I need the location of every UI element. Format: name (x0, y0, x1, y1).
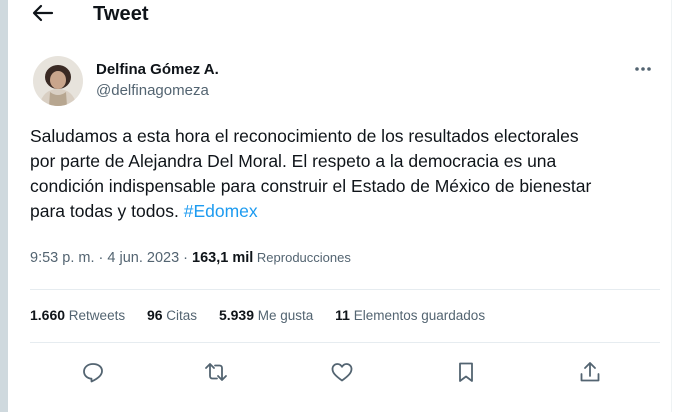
reply-icon[interactable] (80, 359, 106, 385)
share-icon[interactable] (577, 359, 603, 385)
stat-count: 1.660 (30, 307, 66, 323)
meta-separator: · (94, 250, 108, 266)
arrow-left-icon[interactable] (30, 2, 56, 24)
tweet-meta: 9:53 p. m. · 4 jun. 2023 · 163,1 mil Rep… (30, 250, 351, 266)
retweets-stat[interactable]: 1.660 Retweets (30, 307, 125, 323)
tweet-panel: Tweet Delfina Gómez A. @delfinagomeza Sa… (8, 0, 672, 412)
meta-separator: · (179, 250, 193, 266)
views-count: 163,1 mil (192, 250, 254, 266)
tweet-line: por parte de Alejandra Del Moral. El res… (30, 151, 557, 171)
like-icon[interactable] (329, 359, 355, 385)
page-title: Tweet (93, 3, 149, 25)
avatar[interactable] (33, 56, 83, 106)
tweet-text: Saludamos a esta hora el reconocimiento … (30, 124, 670, 224)
more-horizontal-icon[interactable] (630, 60, 656, 78)
stat-count: 11 (335, 307, 350, 323)
likes-stat[interactable]: 5.939 Me gusta (219, 307, 313, 323)
divider (30, 289, 660, 290)
stat-label: Me gusta (254, 308, 314, 323)
divider (30, 342, 660, 343)
hashtag-link[interactable]: #Edomex (184, 201, 258, 221)
tweet-line: Saludamos a esta hora el reconocimiento … (30, 126, 579, 146)
stat-count: 5.939 (218, 307, 254, 323)
avatar-image (33, 56, 83, 106)
retweet-icon[interactable] (203, 359, 229, 385)
stat-label: Elementos guardados (349, 308, 486, 323)
tweet-line: para todas y todos. #Edomex (30, 199, 670, 224)
tweet-line: condición indispensable para construir e… (30, 176, 592, 196)
tweet-date[interactable]: 4 jun. 2023 (107, 250, 179, 266)
stat-count: 96 (146, 307, 163, 323)
stat-label: Citas (162, 308, 198, 323)
quotes-stat[interactable]: 96 Citas (147, 307, 197, 323)
engagement-stats: 1.660 Retweets 96 Citas 5.939 Me gusta 1… (30, 307, 503, 323)
header: Tweet (8, 0, 671, 30)
tweet-time[interactable]: 9:53 p. m. (30, 250, 94, 266)
bookmarks-stat[interactable]: 11 Elementos guardados (335, 307, 485, 323)
author-handle[interactable]: @delfinagomeza (96, 82, 209, 99)
bookmark-icon[interactable] (453, 359, 479, 385)
left-border (0, 0, 8, 412)
views-label: Reproducciones (253, 250, 351, 265)
author-name[interactable]: Delfina Gómez A. (96, 61, 219, 78)
stat-label: Retweets (65, 308, 126, 323)
tweet-line-text: para todas y todos. (30, 201, 184, 221)
